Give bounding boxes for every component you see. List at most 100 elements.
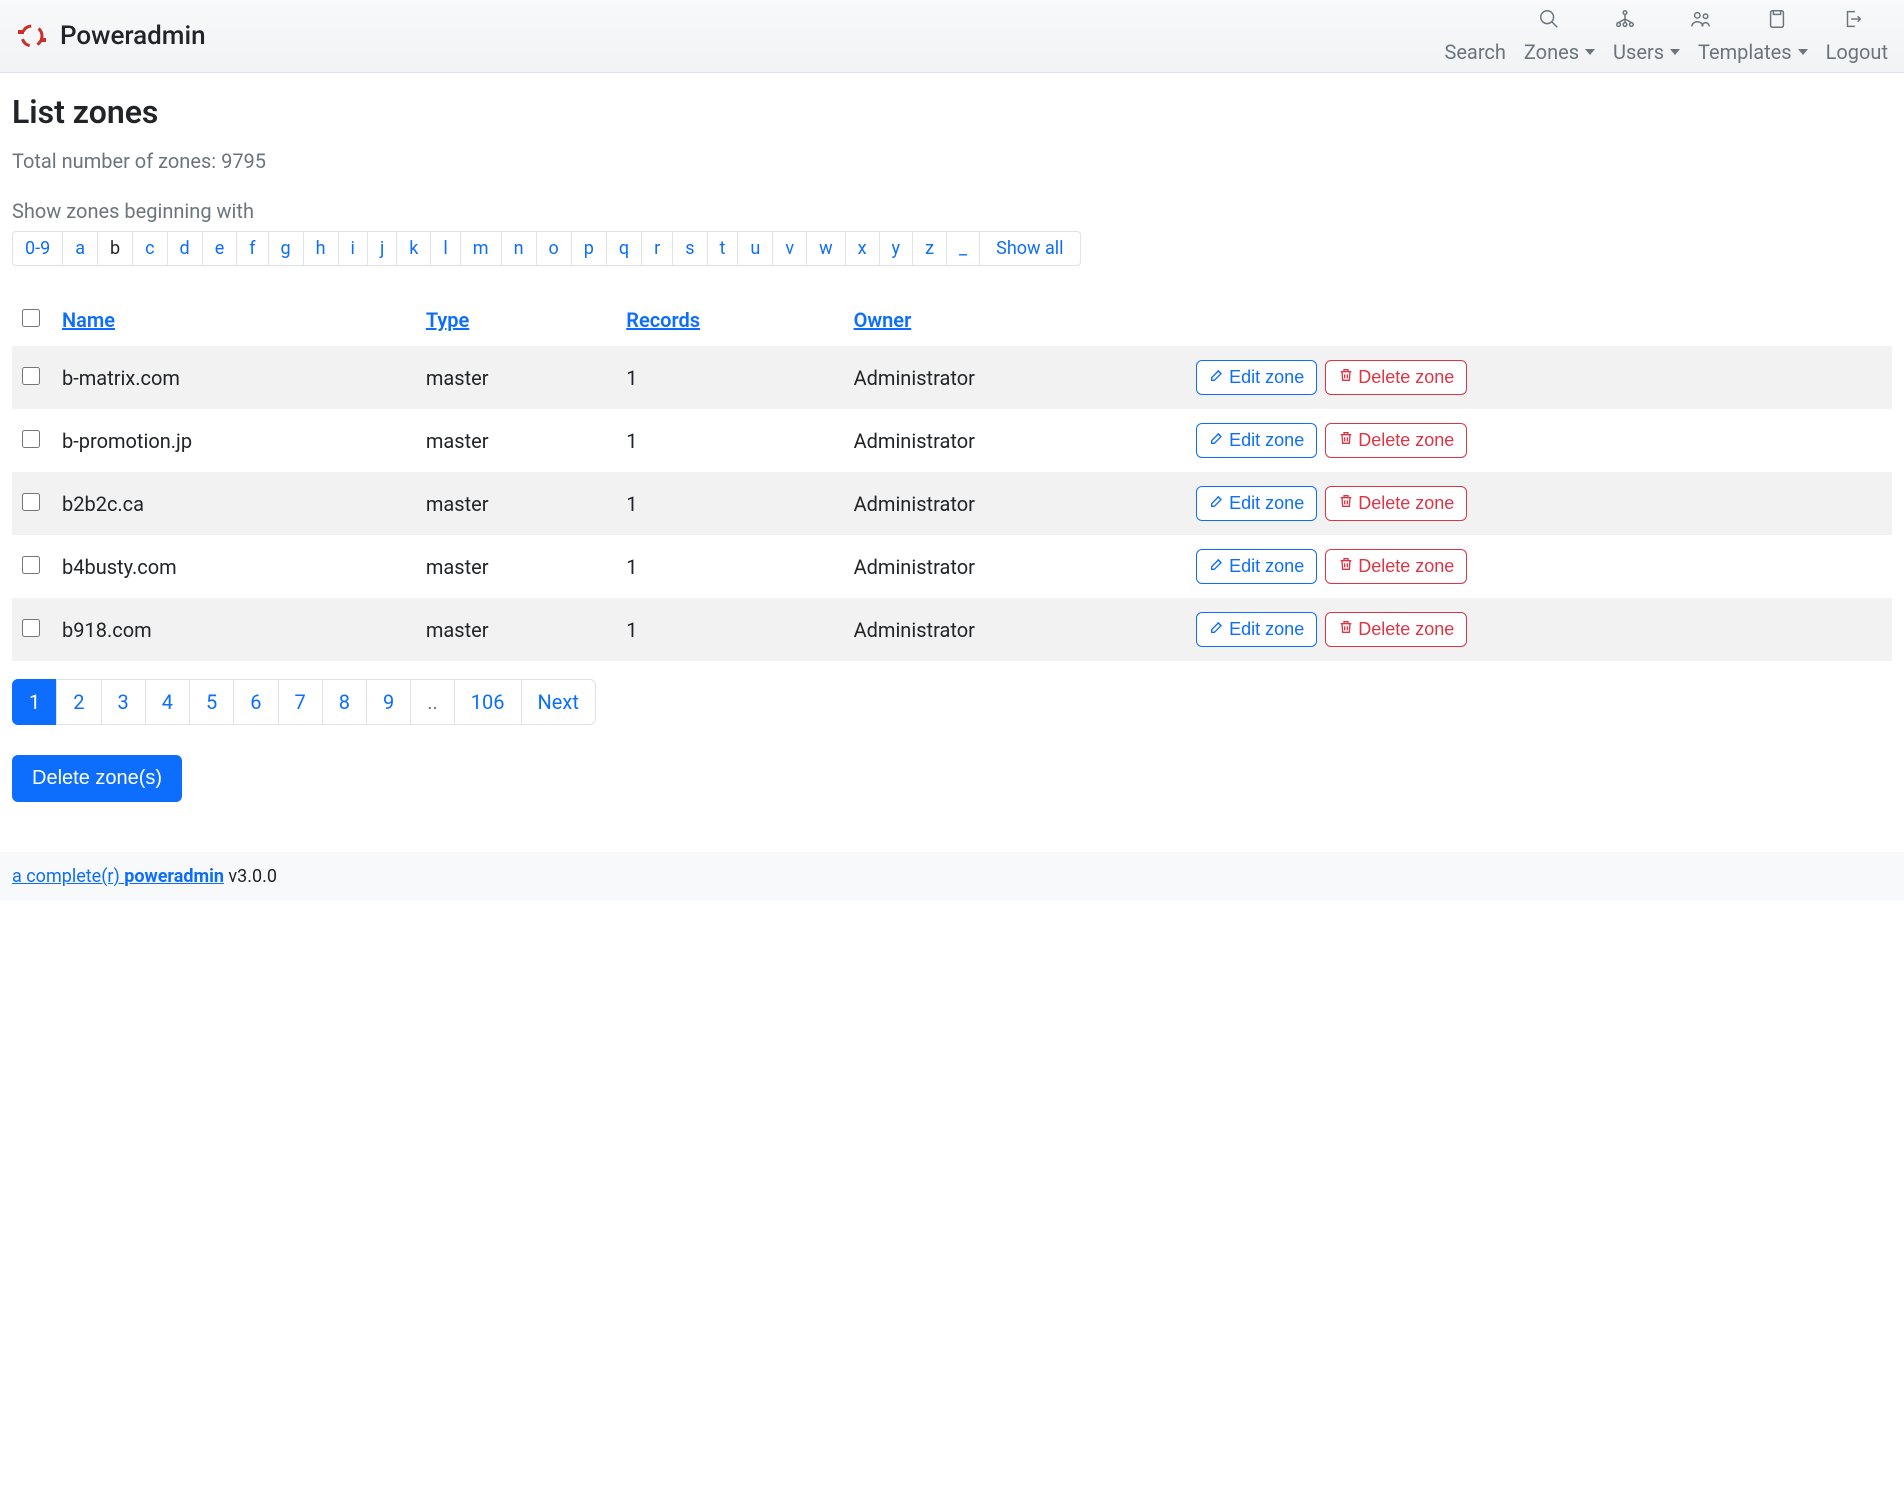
letter-filter-s[interactable]: s xyxy=(672,231,707,266)
letter-filter-t[interactable]: t xyxy=(707,231,739,266)
col-name-link[interactable]: Name xyxy=(62,308,115,332)
delete-zone-button[interactable]: Delete zone xyxy=(1325,360,1467,395)
letter-filter-c[interactable]: c xyxy=(132,231,167,266)
cell-type: master xyxy=(416,472,616,535)
page-8[interactable]: 8 xyxy=(322,679,367,725)
page-2[interactable]: 2 xyxy=(56,679,101,725)
letter-filter-u[interactable]: u xyxy=(737,231,773,266)
col-name[interactable]: Name xyxy=(52,294,416,346)
col-records[interactable]: Records xyxy=(616,294,843,346)
row-checkbox[interactable] xyxy=(22,430,40,448)
edit-icon xyxy=(1209,619,1225,640)
col-type[interactable]: Type xyxy=(416,294,616,346)
cell-owner: Administrator xyxy=(844,346,1187,409)
col-owner[interactable]: Owner xyxy=(844,294,1187,346)
nav-logout[interactable]: Logout xyxy=(1826,40,1888,64)
delete-zone-button[interactable]: Delete zone xyxy=(1325,423,1467,458)
letter-filter-l[interactable]: l xyxy=(430,231,460,266)
letter-filter-f[interactable]: f xyxy=(236,231,268,266)
brand[interactable]: Poweradmin xyxy=(16,20,206,52)
delete-zone-button[interactable]: Delete zone xyxy=(1325,549,1467,584)
letter-filter-x[interactable]: x xyxy=(845,231,880,266)
page-7[interactable]: 7 xyxy=(278,679,323,725)
letter-filter-k[interactable]: k xyxy=(396,231,431,266)
letter-filter-y[interactable]: y xyxy=(879,231,914,266)
letter-filter-e[interactable]: e xyxy=(202,231,238,266)
letter-filter-v[interactable]: v xyxy=(772,231,807,266)
nav-search[interactable]: Search xyxy=(1444,40,1505,64)
letter-filter-showall[interactable]: Show all xyxy=(979,231,1080,266)
page-4[interactable]: 4 xyxy=(145,679,190,725)
delete-zone-button[interactable]: Delete zone xyxy=(1325,486,1467,521)
chevron-down-icon xyxy=(1670,49,1680,55)
letter-filter-digits[interactable]: 0-9 xyxy=(12,231,63,266)
page-1[interactable]: 1 xyxy=(12,679,57,725)
delete-zone-label: Delete zone xyxy=(1358,556,1454,577)
col-owner-link[interactable]: Owner xyxy=(854,308,912,332)
col-records-link[interactable]: Records xyxy=(626,308,700,332)
letter-filter-n[interactable]: n xyxy=(501,231,537,266)
page-ellipsis: .. xyxy=(410,679,455,725)
letter-filter-b[interactable]: b xyxy=(97,231,133,266)
row-checkbox[interactable] xyxy=(22,367,40,385)
logout-icon[interactable] xyxy=(1842,8,1864,34)
page-5[interactable]: 5 xyxy=(189,679,234,725)
footer-link[interactable]: a complete(r) poweradmin xyxy=(12,866,224,887)
page-3[interactable]: 3 xyxy=(101,679,146,725)
select-all-checkbox[interactable] xyxy=(22,309,40,327)
letter-filter-j[interactable]: j xyxy=(367,231,397,266)
row-checkbox[interactable] xyxy=(22,556,40,574)
letter-filter-o[interactable]: o xyxy=(536,231,572,266)
delete-zone-label: Delete zone xyxy=(1358,430,1454,451)
page-next[interactable]: Next xyxy=(521,679,596,725)
delete-zones-button[interactable]: Delete zone(s) xyxy=(12,755,182,802)
edit-zone-button[interactable]: Edit zone xyxy=(1196,549,1317,584)
cell-type: master xyxy=(416,346,616,409)
main: List zones Total number of zones: 9795 S… xyxy=(0,73,1904,822)
letter-filter-z[interactable]: z xyxy=(912,231,947,266)
letter-filter-a[interactable]: a xyxy=(62,231,98,266)
row-checkbox[interactable] xyxy=(22,493,40,511)
header: Poweradmin Search Zones Users Templates … xyxy=(0,0,1904,73)
letter-filter-w[interactable]: w xyxy=(806,231,846,266)
templates-icon[interactable] xyxy=(1766,8,1788,34)
cell-type: master xyxy=(416,409,616,472)
page-6[interactable]: 6 xyxy=(233,679,278,725)
letter-filter-i[interactable]: i xyxy=(338,231,368,266)
nav-users[interactable]: Users xyxy=(1613,40,1680,64)
cell-records: 1 xyxy=(616,598,843,661)
page-last[interactable]: 106 xyxy=(454,679,522,725)
edit-zone-button[interactable]: Edit zone xyxy=(1196,486,1317,521)
search-icon[interactable] xyxy=(1538,8,1560,34)
edit-zone-button[interactable]: Edit zone xyxy=(1196,423,1317,458)
zones-table: Name Type Records Owner b-matrix.commast… xyxy=(12,294,1892,661)
letter-filter-g[interactable]: g xyxy=(268,231,304,266)
letter-filter-d[interactable]: d xyxy=(167,231,203,266)
nav-zones[interactable]: Zones xyxy=(1524,40,1595,64)
nav-templates[interactable]: Templates xyxy=(1698,40,1808,64)
edit-zone-button[interactable]: Edit zone xyxy=(1196,612,1317,647)
letter-filter-h[interactable]: h xyxy=(303,231,339,266)
letter-filter-r[interactable]: r xyxy=(641,231,673,266)
letter-filter-q[interactable]: q xyxy=(606,231,642,266)
col-type-link[interactable]: Type xyxy=(426,308,469,332)
letter-filter-p[interactable]: p xyxy=(571,231,607,266)
edit-zone-button[interactable]: Edit zone xyxy=(1196,360,1317,395)
trash-icon xyxy=(1338,430,1354,451)
cell-name: b2b2c.ca xyxy=(52,472,416,535)
row-checkbox[interactable] xyxy=(22,619,40,637)
edit-zone-label: Edit zone xyxy=(1229,430,1304,451)
letter-filter-m[interactable]: m xyxy=(460,231,502,266)
delete-zone-button[interactable]: Delete zone xyxy=(1325,612,1467,647)
cell-owner: Administrator xyxy=(844,598,1187,661)
users-icon[interactable] xyxy=(1690,8,1712,34)
page-9[interactable]: 9 xyxy=(366,679,411,725)
letter-filter-_[interactable]: _ xyxy=(946,231,980,266)
delete-zone-label: Delete zone xyxy=(1358,619,1454,640)
page-title: List zones xyxy=(12,93,1892,131)
table-row: b-promotion.jpmaster1AdministratorEdit z… xyxy=(12,409,1892,472)
cell-owner: Administrator xyxy=(844,472,1187,535)
cell-actions: Edit zone Delete zone xyxy=(1186,598,1892,661)
zones-icon[interactable] xyxy=(1614,8,1636,34)
table-row: b4busty.commaster1AdministratorEdit zone… xyxy=(12,535,1892,598)
